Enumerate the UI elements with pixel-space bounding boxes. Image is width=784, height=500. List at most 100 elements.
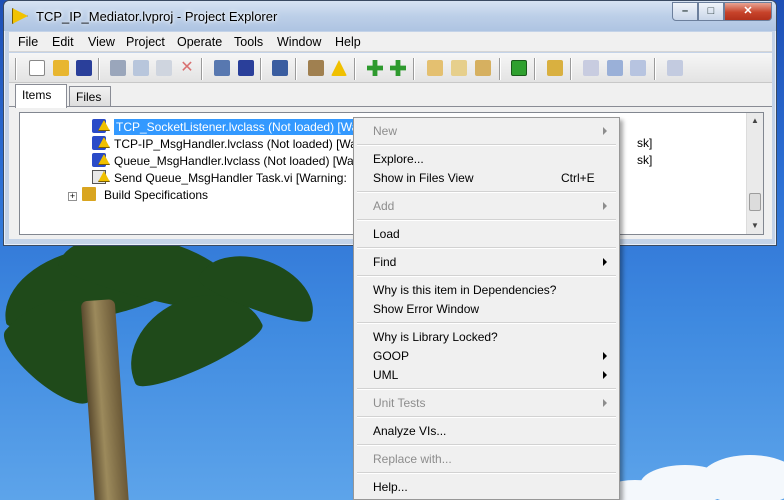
scroll-down-arrow-icon[interactable]: ▼ bbox=[747, 218, 763, 234]
toolbar: ✕ bbox=[9, 53, 772, 83]
menu-separator bbox=[357, 191, 616, 193]
menu-item-show-error-window[interactable]: Show Error Window bbox=[356, 300, 617, 319]
tree-row-label: Queue_MsgHandler.lvclass (Not loaded) [W… bbox=[114, 154, 354, 168]
menu-item-unit-tests[interactable]: Unit Tests bbox=[356, 394, 617, 413]
menu-item-new[interactable]: New bbox=[356, 122, 617, 141]
tree-row-label: TCP-IP_MsgHandler.lvclass (Not loaded) [… bbox=[114, 137, 357, 151]
menu-item-why-in-dependencies[interactable]: Why is this item in Dependencies? bbox=[356, 281, 617, 300]
package-icon[interactable] bbox=[511, 60, 527, 76]
menu-separator bbox=[357, 444, 616, 446]
menu-item-label: Show in Files View bbox=[373, 171, 474, 185]
scroll-thumb[interactable] bbox=[749, 193, 761, 211]
menu-item-label: Analyze VIs... bbox=[373, 424, 447, 438]
menu-window[interactable]: Window bbox=[277, 35, 321, 49]
menu-item-uml[interactable]: UML bbox=[356, 366, 617, 385]
maximize-button[interactable]: □ bbox=[698, 2, 724, 21]
menu-file[interactable]: File bbox=[18, 35, 38, 49]
tab-items[interactable]: Items bbox=[15, 84, 67, 108]
tab-files[interactable]: Files bbox=[69, 86, 111, 107]
vertical-scrollbar[interactable]: ▲ ▼ bbox=[746, 113, 763, 234]
run-icon[interactable] bbox=[367, 60, 383, 76]
new-icon[interactable] bbox=[29, 60, 45, 76]
build-specifications-icon bbox=[82, 187, 96, 201]
tree-row-suffix: sk] bbox=[637, 153, 653, 167]
menu-separator bbox=[357, 472, 616, 474]
submenu-arrow-icon bbox=[603, 352, 607, 360]
menu-item-why-library-locked[interactable]: Why is Library Locked? bbox=[356, 328, 617, 347]
warning-icon[interactable] bbox=[331, 60, 347, 76]
menu-separator bbox=[357, 388, 616, 390]
menu-item-label: Help... bbox=[373, 480, 408, 494]
menu-item-label: Unit Tests bbox=[373, 396, 426, 410]
submenu-arrow-icon bbox=[603, 202, 607, 210]
delete-icon[interactable]: ✕ bbox=[179, 60, 195, 76]
sort-icon[interactable] bbox=[475, 60, 491, 76]
labview-project-icon bbox=[12, 8, 28, 24]
undo-icon[interactable] bbox=[607, 60, 623, 76]
menu-separator bbox=[357, 416, 616, 418]
menu-item-goop[interactable]: GOOP bbox=[356, 347, 617, 366]
menu-item-label: Add bbox=[373, 199, 395, 213]
menu-view[interactable]: View bbox=[88, 35, 115, 49]
submenu-arrow-icon bbox=[603, 258, 607, 266]
build-icon[interactable] bbox=[272, 60, 288, 76]
submenu-arrow-icon bbox=[603, 371, 607, 379]
menu-item-label: Find bbox=[373, 255, 397, 269]
menu-item-help[interactable]: Help... bbox=[356, 478, 617, 497]
menu-tools[interactable]: Tools bbox=[234, 35, 263, 49]
submenu-arrow-icon bbox=[603, 127, 607, 135]
menu-item-label: GOOP bbox=[373, 349, 410, 363]
menu-item-add[interactable]: Add bbox=[356, 197, 617, 216]
close-button[interactable]: ✕ bbox=[724, 2, 772, 21]
menu-item-label: UML bbox=[373, 368, 399, 382]
menu-separator bbox=[357, 322, 616, 324]
deploy-icon[interactable] bbox=[667, 60, 683, 76]
menu-item-analyze-vis[interactable]: Analyze VIs... bbox=[356, 422, 617, 441]
tree-row-label: Send Queue_MsgHandler Task.vi [Warning: bbox=[114, 171, 347, 185]
menu-item-explore[interactable]: Explore... bbox=[356, 150, 617, 169]
menu-separator bbox=[357, 275, 616, 277]
scroll-up-arrow-icon[interactable]: ▲ bbox=[747, 113, 763, 129]
open-icon[interactable] bbox=[53, 60, 69, 76]
cut-icon[interactable] bbox=[110, 60, 126, 76]
menu-item-label: Why is this item in Dependencies? bbox=[373, 283, 557, 297]
submenu-arrow-icon bbox=[603, 399, 607, 407]
menu-help[interactable]: Help bbox=[335, 35, 361, 49]
menu-item-label: Explore... bbox=[373, 152, 424, 166]
add-icon[interactable] bbox=[390, 60, 406, 76]
menu-item-shortcut: Ctrl+E bbox=[561, 171, 595, 185]
uml-icon[interactable] bbox=[547, 60, 563, 76]
menu-item-label: Why is Library Locked? bbox=[373, 330, 498, 344]
menu-operate[interactable]: Operate bbox=[177, 35, 222, 49]
check-icon[interactable] bbox=[583, 60, 599, 76]
menu-item-label: New bbox=[373, 124, 398, 138]
menu-item-show-in-files-view[interactable]: Show in Files View Ctrl+E bbox=[356, 169, 617, 188]
menu-item-replace-with[interactable]: Replace with... bbox=[356, 450, 617, 469]
menu-item-label: Replace with... bbox=[373, 452, 452, 466]
menu-bar: File Edit View Project Operate Tools Win… bbox=[9, 32, 772, 52]
minimize-button[interactable]: – bbox=[672, 2, 698, 21]
menu-item-find[interactable]: Find bbox=[356, 253, 617, 272]
project-icon[interactable] bbox=[214, 60, 230, 76]
collapse-icon[interactable] bbox=[427, 60, 443, 76]
menu-project[interactable]: Project bbox=[126, 35, 165, 49]
add-item-icon[interactable] bbox=[308, 60, 324, 76]
tree-row-label: Build Specifications bbox=[104, 188, 209, 202]
save-icon[interactable] bbox=[238, 60, 254, 76]
menu-separator bbox=[357, 247, 616, 249]
redo-icon[interactable] bbox=[630, 60, 646, 76]
save-all-icon[interactable] bbox=[76, 60, 92, 76]
paste-icon[interactable] bbox=[156, 60, 172, 76]
menu-edit[interactable]: Edit bbox=[52, 35, 74, 49]
menu-item-load[interactable]: Load bbox=[356, 225, 617, 244]
expand-icon[interactable] bbox=[451, 60, 467, 76]
menu-separator bbox=[357, 144, 616, 146]
context-menu: New Explore... Show in Files View Ctrl+E… bbox=[353, 117, 620, 500]
copy-icon[interactable] bbox=[133, 60, 149, 76]
title-bar[interactable]: TCP_IP_Mediator.lvproj - Project Explore… bbox=[4, 1, 776, 31]
tab-strip: Items Files bbox=[9, 83, 772, 108]
tree-row-suffix: sk] bbox=[637, 136, 653, 150]
menu-separator bbox=[357, 219, 616, 221]
window-title: TCP_IP_Mediator.lvproj - Project Explore… bbox=[36, 9, 278, 24]
expand-toggle[interactable]: + bbox=[68, 192, 77, 201]
